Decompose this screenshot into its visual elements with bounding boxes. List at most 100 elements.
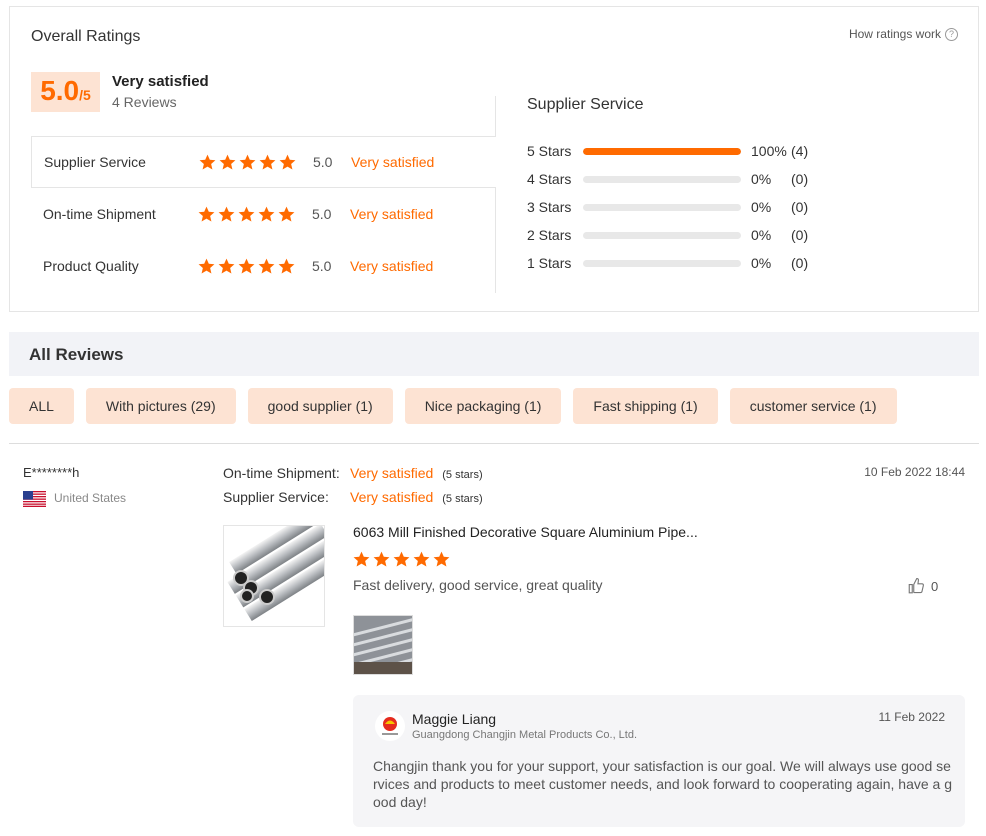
thumbs-up-icon xyxy=(908,577,924,594)
company-logo xyxy=(375,711,405,741)
criterion-stars xyxy=(198,153,297,172)
reviewer-name: E********h xyxy=(23,465,80,480)
criterion-text: Very satisfied xyxy=(351,154,435,170)
like-count: 0 xyxy=(931,578,939,594)
like-button[interactable]: 0 xyxy=(907,577,938,595)
distribution-bar xyxy=(583,147,741,155)
service-rating-row: Supplier Service: Very satisfied (5 star… xyxy=(223,489,483,505)
shipment-rating-row: On-time Shipment: Very satisfied (5 star… xyxy=(223,465,483,481)
filter-chip-good-supplier[interactable]: good supplier (1) xyxy=(247,388,393,424)
star-icon xyxy=(278,258,295,274)
how-ratings-work-link[interactable]: How ratings work ? xyxy=(849,27,958,41)
review-filter-chips: ALL With pictures (29) good supplier (1)… xyxy=(9,388,897,424)
distribution-bar xyxy=(583,175,741,183)
all-reviews-title: All Reviews xyxy=(29,345,124,364)
overall-score: 5.0 xyxy=(40,75,80,106)
star-icon xyxy=(198,206,215,222)
distribution-row: 2 Stars 0% (0) xyxy=(527,225,808,245)
star-icon xyxy=(258,258,275,274)
reply-company: Guangdong Changjin Metal Products Co., L… xyxy=(412,729,638,741)
star-icon xyxy=(413,551,430,567)
distribution-row: 5 Stars 100% (4) xyxy=(527,141,808,161)
distribution-label: 1 Stars xyxy=(527,255,572,271)
criterion-text: Very satisfied xyxy=(350,206,434,222)
star-icon xyxy=(278,206,295,222)
star-icon xyxy=(258,206,275,222)
star-icon xyxy=(279,154,296,170)
criterion-score: 5.0 xyxy=(313,154,333,170)
criterion-on-time-shipment[interactable]: On-time Shipment 5.0 Very satisfied xyxy=(31,188,496,240)
criterion-supplier-service[interactable]: Supplier Service 5.0 Very satisfied xyxy=(31,136,496,188)
product-name-link[interactable]: 6063 Mill Finished Decorative Square Alu… xyxy=(353,524,698,540)
distribution-row: 4 Stars 0% (0) xyxy=(527,169,808,189)
distribution-label: 4 Stars xyxy=(527,171,572,187)
distribution-percent: 0% xyxy=(751,227,772,243)
filter-chip-with-pictures[interactable]: With pictures (29) xyxy=(85,388,236,424)
filter-chip-fast-shipping[interactable]: Fast shipping (1) xyxy=(573,388,718,424)
distribution-percent: 0% xyxy=(751,255,772,271)
star-icon xyxy=(199,154,216,170)
help-circle-icon: ? xyxy=(945,27,958,41)
review-photo[interactable] xyxy=(353,615,413,675)
distribution-bar xyxy=(583,203,741,211)
reply-author: Maggie Liang xyxy=(412,711,497,727)
shipment-label: On-time Shipment: xyxy=(223,465,340,481)
reply-text: Changjin thank you for your support, you… xyxy=(373,758,953,810)
review-date: 10 Feb 2022 18:44 xyxy=(864,465,965,479)
star-icon xyxy=(219,154,236,170)
criterion-text: Very satisfied xyxy=(350,258,434,274)
criterion-label: Supplier Service xyxy=(44,154,146,170)
filter-chip-all[interactable]: ALL xyxy=(9,388,74,424)
distribution-count: (0) xyxy=(791,171,809,187)
distribution-bar xyxy=(583,259,741,267)
star-icon xyxy=(353,551,370,567)
distribution-count: (0) xyxy=(791,199,809,215)
star-icon xyxy=(433,551,450,567)
overall-satisfaction: Very satisfied xyxy=(112,73,209,90)
distribution-count: (0) xyxy=(791,227,809,243)
star-icon xyxy=(239,154,256,170)
distribution-row: 1 Stars 0% (0) xyxy=(527,253,808,273)
us-flag-icon xyxy=(23,491,46,507)
product-image[interactable] xyxy=(223,525,325,627)
overall-score-denominator: /5 xyxy=(79,87,91,103)
distribution-bar xyxy=(583,231,741,239)
star-icon xyxy=(218,206,235,222)
distribution-percent: 0% xyxy=(751,199,772,215)
star-icon xyxy=(259,154,276,170)
distribution-label: 3 Stars xyxy=(527,199,572,215)
service-stars-text: (5 stars) xyxy=(442,493,483,505)
review-count: 4 Reviews xyxy=(112,94,177,110)
distribution-bar-fill xyxy=(583,147,741,155)
star-icon xyxy=(218,258,235,274)
star-icon xyxy=(373,551,390,567)
reply-date: 11 Feb 2022 xyxy=(878,710,946,724)
distribution-count: (0) xyxy=(791,255,809,271)
criterion-score: 5.0 xyxy=(312,258,332,274)
star-icon xyxy=(238,258,255,274)
criterion-product-quality[interactable]: Product Quality 5.0 Very satisfied xyxy=(31,240,496,292)
overall-ratings-title: Overall Ratings xyxy=(31,28,141,45)
shipment-stars-text: (5 stars) xyxy=(442,469,483,481)
review-stars xyxy=(352,550,451,569)
divider-horizontal xyxy=(9,443,979,444)
filter-chip-customer-service[interactable]: customer service (1) xyxy=(729,388,897,424)
overall-score-badge: 5.0/5 xyxy=(31,72,100,112)
star-icon xyxy=(198,258,215,274)
criterion-label: Product Quality xyxy=(43,258,139,274)
criterion-stars xyxy=(197,257,296,276)
distribution-title: Supplier Service xyxy=(527,96,644,113)
service-value: Very satisfied xyxy=(350,489,434,505)
star-icon xyxy=(393,551,410,567)
criterion-stars xyxy=(197,205,296,224)
overall-ratings-panel: Overall Ratings How ratings work ? 5.0/5… xyxy=(9,6,979,312)
distribution-percent: 0% xyxy=(751,171,772,187)
distribution-label: 2 Stars xyxy=(527,227,572,243)
service-label: Supplier Service: xyxy=(223,489,329,505)
reviewer-country: United States xyxy=(54,491,127,505)
filter-chip-nice-packaging[interactable]: Nice packaging (1) xyxy=(404,388,562,424)
criterion-score: 5.0 xyxy=(312,206,332,222)
distribution-label: 5 Stars xyxy=(527,143,572,159)
distribution-percent: 100% xyxy=(751,143,787,159)
criterion-label: On-time Shipment xyxy=(43,206,156,222)
